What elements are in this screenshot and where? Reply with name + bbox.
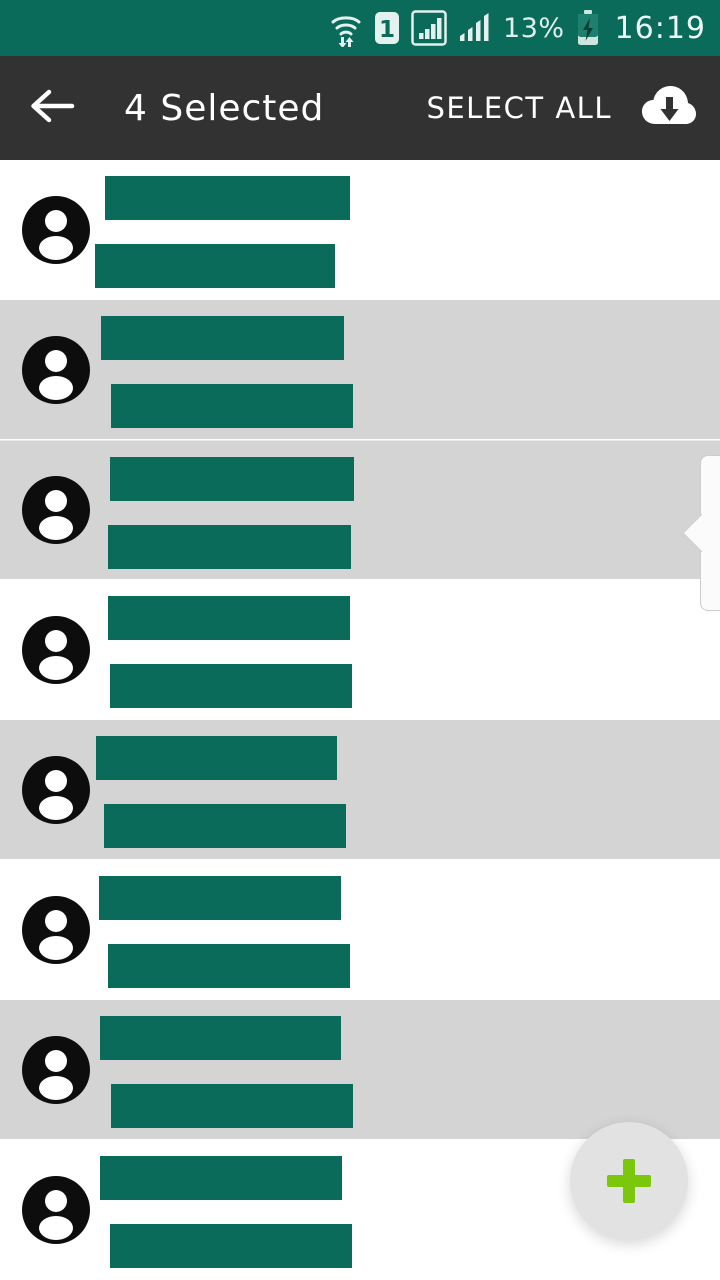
contact-row[interactable] [0, 1000, 720, 1140]
contact-name-redaction [108, 596, 350, 640]
contact-name-redaction [99, 876, 341, 920]
app-bar-actions: SELECT ALL [412, 71, 720, 145]
wifi-icon [329, 9, 363, 47]
contact-name-redaction [96, 736, 337, 780]
fast-scroll-bubble[interactable] [700, 455, 720, 611]
download-button[interactable] [632, 71, 706, 145]
contact-row-content [0, 720, 720, 859]
select-all-button[interactable]: SELECT ALL [412, 81, 626, 135]
contact-row[interactable] [0, 720, 720, 860]
contact-name-redaction [110, 457, 354, 501]
cloud-download-icon [641, 83, 697, 133]
contact-row-content [0, 1000, 720, 1139]
contact-row[interactable] [0, 580, 720, 720]
contact-name-redaction [101, 316, 344, 360]
contact-row-content [0, 160, 720, 299]
contact-row[interactable] [0, 860, 720, 1000]
contact-row[interactable] [0, 440, 720, 580]
contact-phone-redaction [95, 244, 335, 288]
sim-card-icon: 1 [374, 11, 400, 45]
app-bar: 4 Selected SELECT ALL [0, 56, 720, 160]
contact-phone-redaction [108, 944, 350, 988]
contact-phone-redaction [110, 1224, 352, 1268]
contact-row-content [0, 860, 720, 999]
signal-boxed-icon [411, 10, 447, 46]
contact-phone-redaction [104, 804, 346, 848]
contact-list[interactable] [0, 160, 720, 1280]
contact-name-redaction [100, 1156, 342, 1200]
contact-phone-redaction [108, 525, 351, 569]
contact-phone-redaction [111, 1084, 353, 1128]
contact-name-redaction [105, 176, 350, 220]
status-bar: 1 13% 16:19 [0, 0, 720, 56]
battery-percent-label: 13% [503, 12, 565, 44]
signal-bars-icon [458, 11, 492, 45]
back-button[interactable] [0, 56, 104, 160]
contact-row[interactable] [0, 300, 720, 440]
add-contact-fab[interactable] [570, 1122, 688, 1240]
contact-row-content [0, 441, 720, 579]
contact-phone-redaction [110, 664, 352, 708]
status-bar-clock: 16:19 [614, 10, 706, 46]
plus-icon [607, 1159, 651, 1203]
svg-text:1: 1 [379, 17, 395, 43]
phone-screen: 1 13% 16:19 4 Selected SELECT ALL [0, 0, 720, 1280]
contact-row-content [0, 300, 720, 439]
page-title: 4 Selected [124, 87, 325, 129]
contact-name-redaction [100, 1016, 341, 1060]
contact-row-content [0, 580, 720, 719]
contact-row[interactable] [0, 160, 720, 300]
contact-phone-redaction [111, 384, 353, 428]
back-arrow-icon [29, 86, 75, 130]
battery-charging-icon [576, 10, 600, 46]
